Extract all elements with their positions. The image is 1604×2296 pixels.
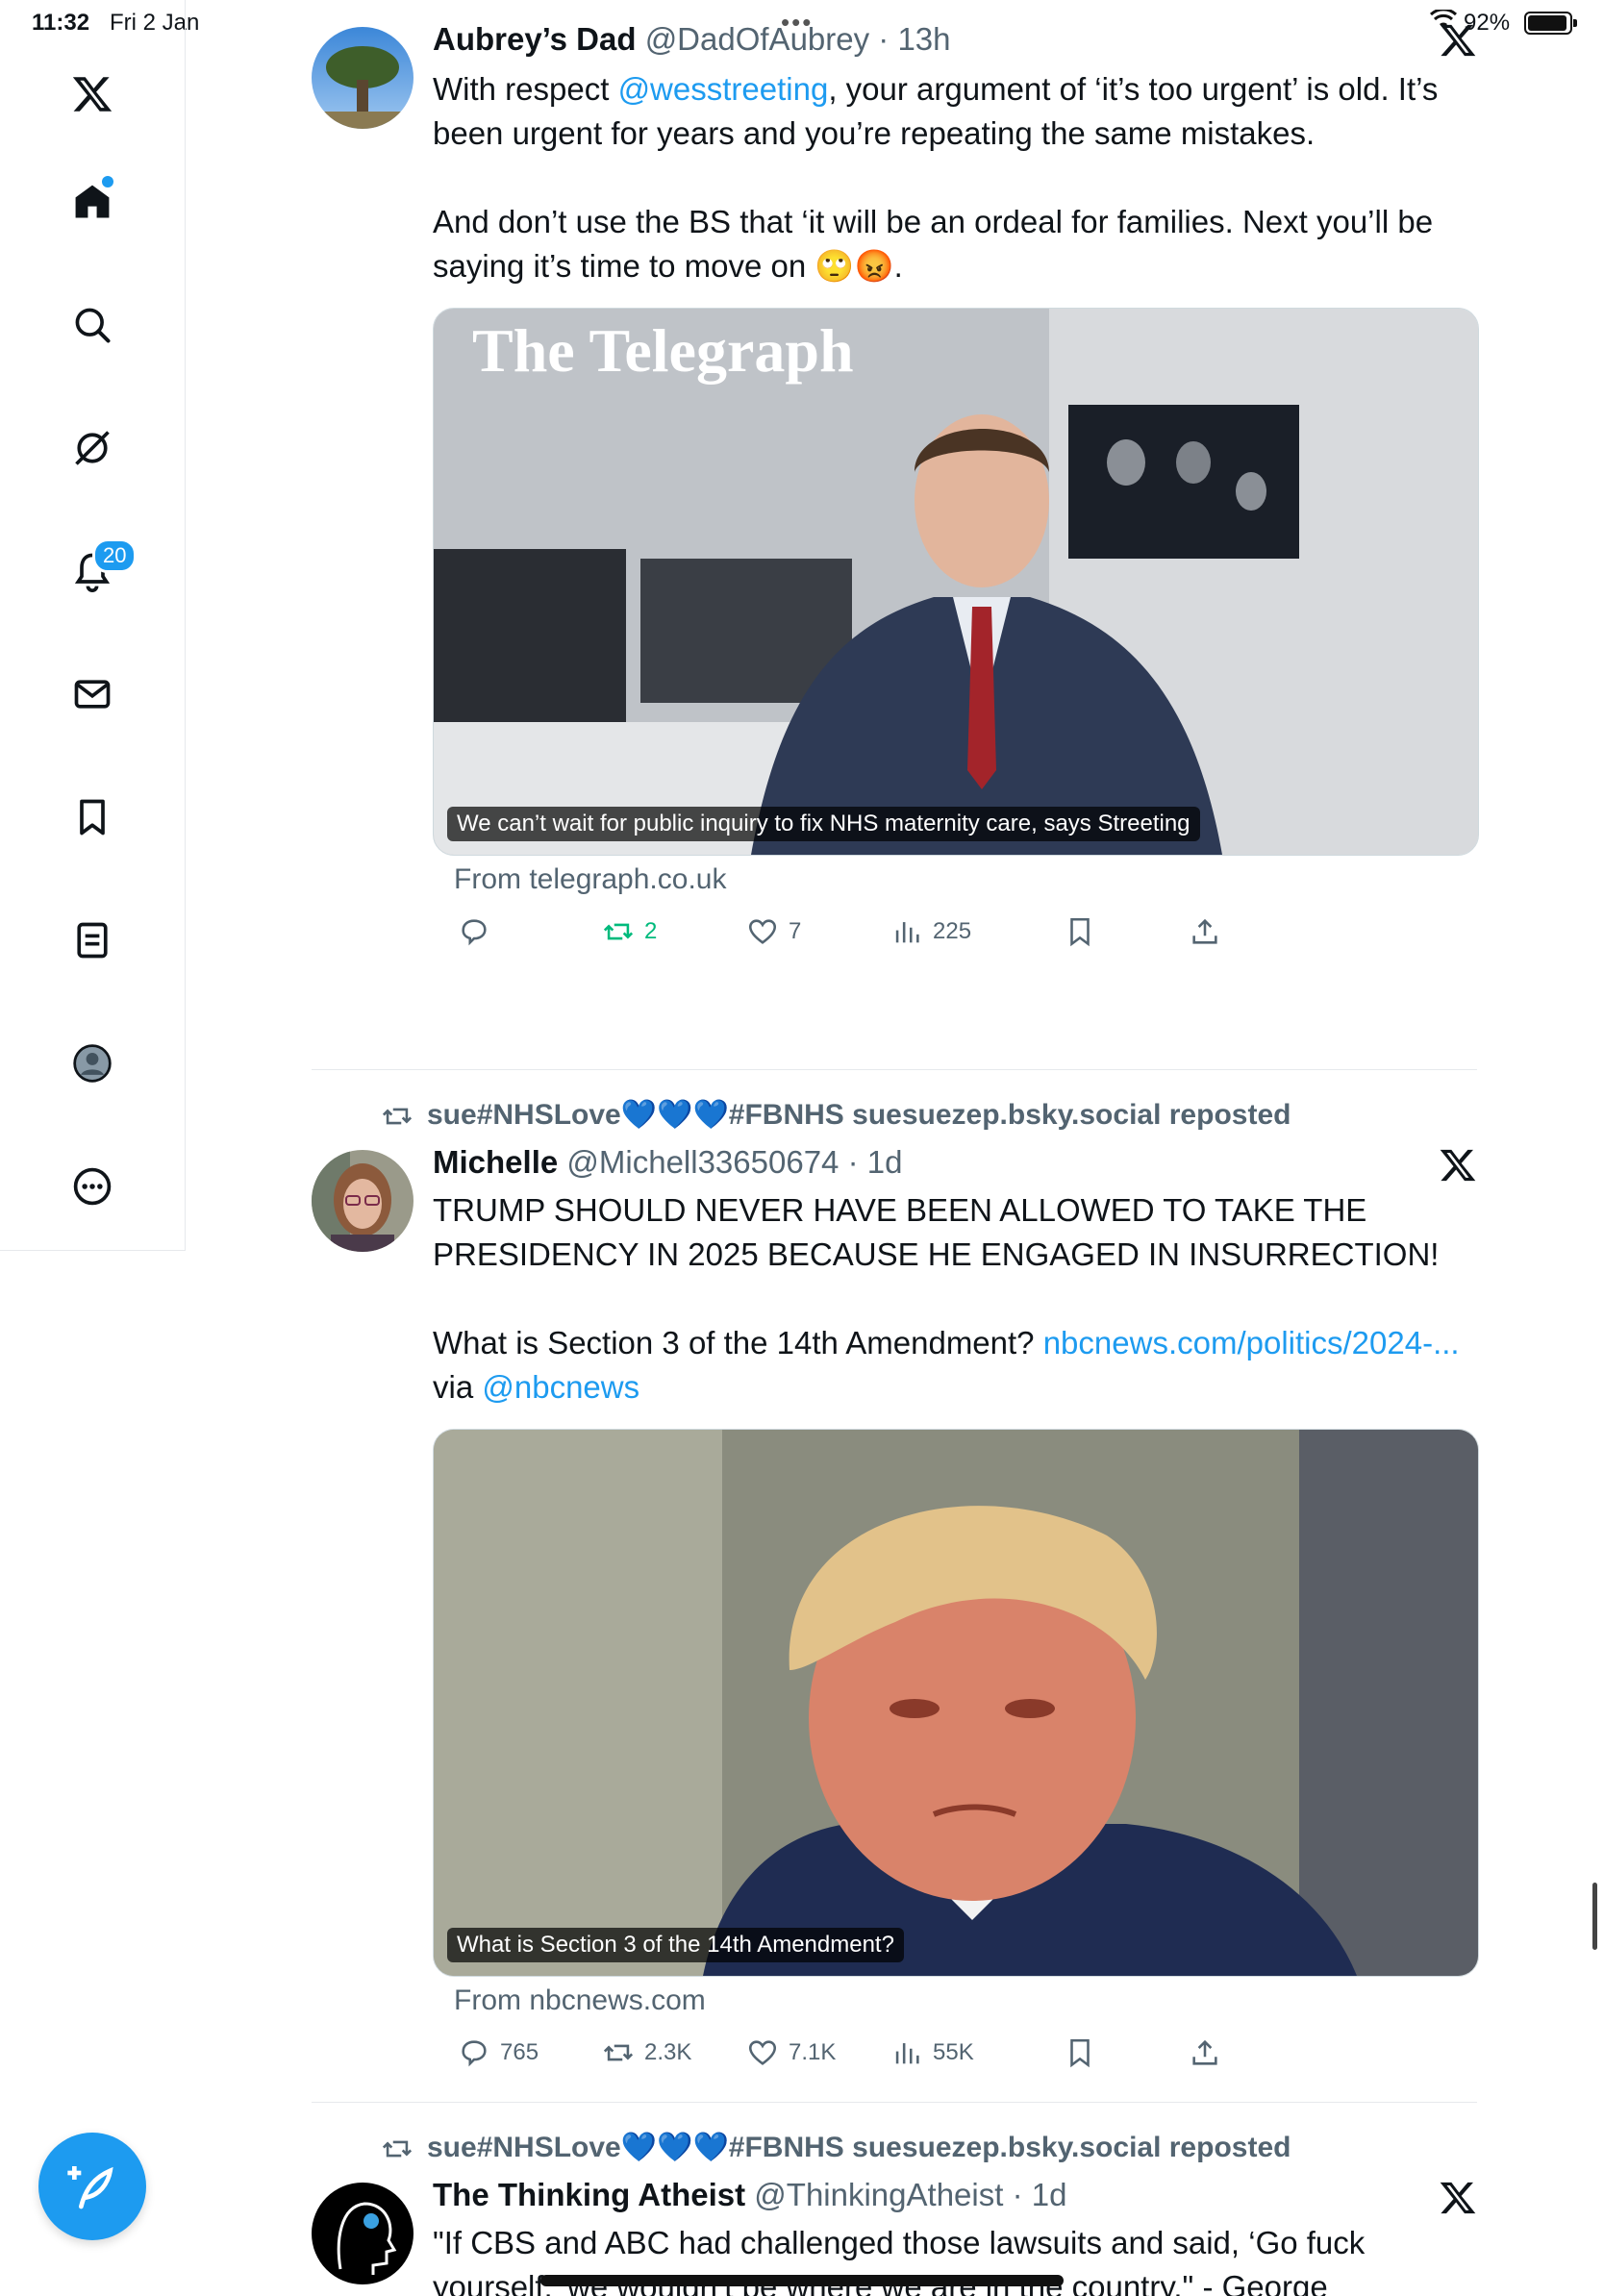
- tweet-time[interactable]: · 13h: [878, 21, 950, 57]
- x-logo-icon: [1440, 24, 1476, 57]
- bookmark-icon: [1070, 917, 1090, 947]
- tweet-time[interactable]: · 1d: [848, 1144, 903, 1180]
- tweet-actions: 765 2.3K 7.1K 55K: [433, 2036, 1394, 2075]
- repost-icon: [382, 2140, 413, 2158]
- list-icon[interactable]: [63, 911, 121, 969]
- heart-icon: [748, 919, 777, 944]
- repost-count: 2: [644, 918, 658, 944]
- x-logo-icon: [1440, 2182, 1476, 2214]
- tweet-text: With respect @wesstreeting, your argumen…: [433, 67, 1481, 288]
- reply-icon: [462, 2040, 487, 2067]
- tweet-aubreys-dad[interactable]: Aubrey’s Dad @DadOfAubrey · 13h With res…: [312, 0, 1479, 1058]
- avatar[interactable]: [312, 2183, 414, 2284]
- repost-icon: [603, 2044, 634, 2061]
- views-button[interactable]: 55K: [890, 2036, 974, 2069]
- mail-icon[interactable]: [63, 665, 121, 723]
- reply-button[interactable]: 765: [458, 2036, 539, 2069]
- battery-icon: [1524, 12, 1577, 35]
- tweet-divider: [312, 2102, 1477, 2103]
- share-icon: [1192, 918, 1217, 944]
- more-icon[interactable]: [63, 1158, 121, 1215]
- tweet-text-part: via: [433, 1369, 483, 1405]
- like-count: 7.1K: [789, 2039, 837, 2065]
- author-name[interactable]: Aubrey’s Dad: [433, 21, 637, 57]
- reposted-by[interactable]: sue#NHSLove💙💙💙#FBNHS suesuezep.bsky.soci…: [381, 1098, 1291, 1133]
- home-unread-dot: [102, 176, 113, 187]
- reposted-by-text: sue#NHSLove💙💙💙#FBNHS suesuezep.bsky.soci…: [427, 1099, 1291, 1131]
- author-handle[interactable]: @Michell33650674: [566, 1144, 839, 1180]
- tweet-actions: 2 7 225: [433, 915, 1394, 954]
- x-logo-icon: [1440, 1149, 1476, 1182]
- repost-button[interactable]: 2.3K: [602, 2036, 691, 2069]
- card-caption: What is Section 3 of the 14th Amendment?: [447, 1928, 904, 1962]
- grok-icon[interactable]: [63, 419, 121, 477]
- tweet-text-part: With respect: [433, 71, 618, 107]
- share-button[interactable]: [1189, 915, 1221, 948]
- tweet-text-part: What is Section 3 of the 14th Amendment?: [433, 1325, 1043, 1360]
- tweet-michelle[interactable]: Michelle @Michell33650674 · 1d TRUMP SHO…: [312, 1135, 1479, 2096]
- avatar[interactable]: [312, 1150, 414, 1252]
- notification-badge: 20: [92, 538, 138, 573]
- views-button[interactable]: 225: [890, 915, 971, 948]
- bookmark-button[interactable]: [1064, 2036, 1096, 2069]
- compose-post-button[interactable]: [38, 2133, 146, 2240]
- tweet-divider: [312, 1069, 1477, 1070]
- sidebar: 20: [0, 0, 186, 1251]
- bookmark-icon[interactable]: [63, 788, 121, 846]
- tweet-header: The Thinking Atheist @ThinkingAtheist · …: [433, 2177, 1066, 2213]
- article-link[interactable]: nbcnews.com/politics/2024-...: [1043, 1325, 1460, 1360]
- tweet-text-part: TRUMP SHOULD NEVER HAVE BEEN ALLOWED TO …: [433, 1192, 1440, 1272]
- reply-count: 765: [500, 2039, 539, 2065]
- repost-icon: [603, 923, 634, 940]
- tweet-text-part: And don’t use the BS that ‘it will be an…: [433, 204, 1434, 284]
- x-logo-icon[interactable]: [63, 65, 121, 123]
- card-logo-text: The Telegraph: [472, 316, 854, 385]
- heart-icon: [748, 2040, 777, 2065]
- avatar[interactable]: [312, 27, 414, 129]
- repost-icon: [382, 1108, 413, 1125]
- mention-link[interactable]: @wesstreeting: [618, 71, 829, 107]
- card-source[interactable]: From telegraph.co.uk: [454, 863, 726, 896]
- like-count: 7: [789, 918, 802, 944]
- card-caption: We can’t wait for public inquiry to fix …: [447, 807, 1200, 841]
- home-indicator[interactable]: [540, 2275, 1064, 2286]
- search-icon[interactable]: [63, 296, 121, 354]
- reply-button[interactable]: [458, 915, 500, 948]
- views-icon: [895, 2043, 919, 2064]
- author-name[interactable]: The Thinking Atheist: [433, 2177, 745, 2212]
- scrollbar[interactable]: [1592, 1883, 1597, 1950]
- tweet-header: Aubrey’s Dad @DadOfAubrey · 13h: [433, 21, 951, 58]
- reply-icon: [462, 919, 487, 946]
- article-image: [434, 1430, 1478, 1976]
- profile-icon[interactable]: [63, 1035, 121, 1092]
- mention-link[interactable]: @nbcnews: [482, 1369, 639, 1405]
- tweet-text: TRUMP SHOULD NEVER HAVE BEEN ALLOWED TO …: [433, 1188, 1481, 1410]
- article-image: The Telegraph: [434, 309, 1478, 855]
- link-card-nbcnews[interactable]: What is Section 3 of the 14th Amendment?: [433, 1429, 1479, 1977]
- bookmark-button[interactable]: [1064, 915, 1096, 948]
- bookmark-icon: [1070, 2038, 1090, 2068]
- card-source[interactable]: From nbcnews.com: [454, 1984, 706, 2017]
- view-count: 55K: [933, 2039, 974, 2065]
- share-icon: [1192, 2039, 1217, 2065]
- tweet-header: Michelle @Michell33650674 · 1d: [433, 1144, 902, 1181]
- repost-count: 2.3K: [644, 2039, 692, 2065]
- author-handle[interactable]: @DadOfAubrey: [645, 21, 869, 57]
- repost-button[interactable]: 2: [602, 915, 657, 948]
- like-button[interactable]: 7.1K: [746, 2036, 836, 2069]
- share-button[interactable]: [1189, 2036, 1221, 2069]
- tweet-time[interactable]: · 1d: [1013, 2177, 1067, 2212]
- views-icon: [895, 922, 919, 943]
- feather-plus-icon: [67, 2166, 113, 2209]
- link-card-telegraph[interactable]: The Telegraph We can’t wait for public i…: [433, 308, 1479, 856]
- author-name[interactable]: Michelle: [433, 1144, 558, 1180]
- reposted-by-text: sue#NHSLove💙💙💙#FBNHS suesuezep.bsky.soci…: [427, 2132, 1291, 2163]
- reposted-by[interactable]: sue#NHSLove💙💙💙#FBNHS suesuezep.bsky.soci…: [381, 2131, 1291, 2165]
- like-button[interactable]: 7: [746, 915, 801, 948]
- author-handle[interactable]: @ThinkingAtheist: [754, 2177, 1003, 2212]
- view-count: 225: [933, 918, 972, 944]
